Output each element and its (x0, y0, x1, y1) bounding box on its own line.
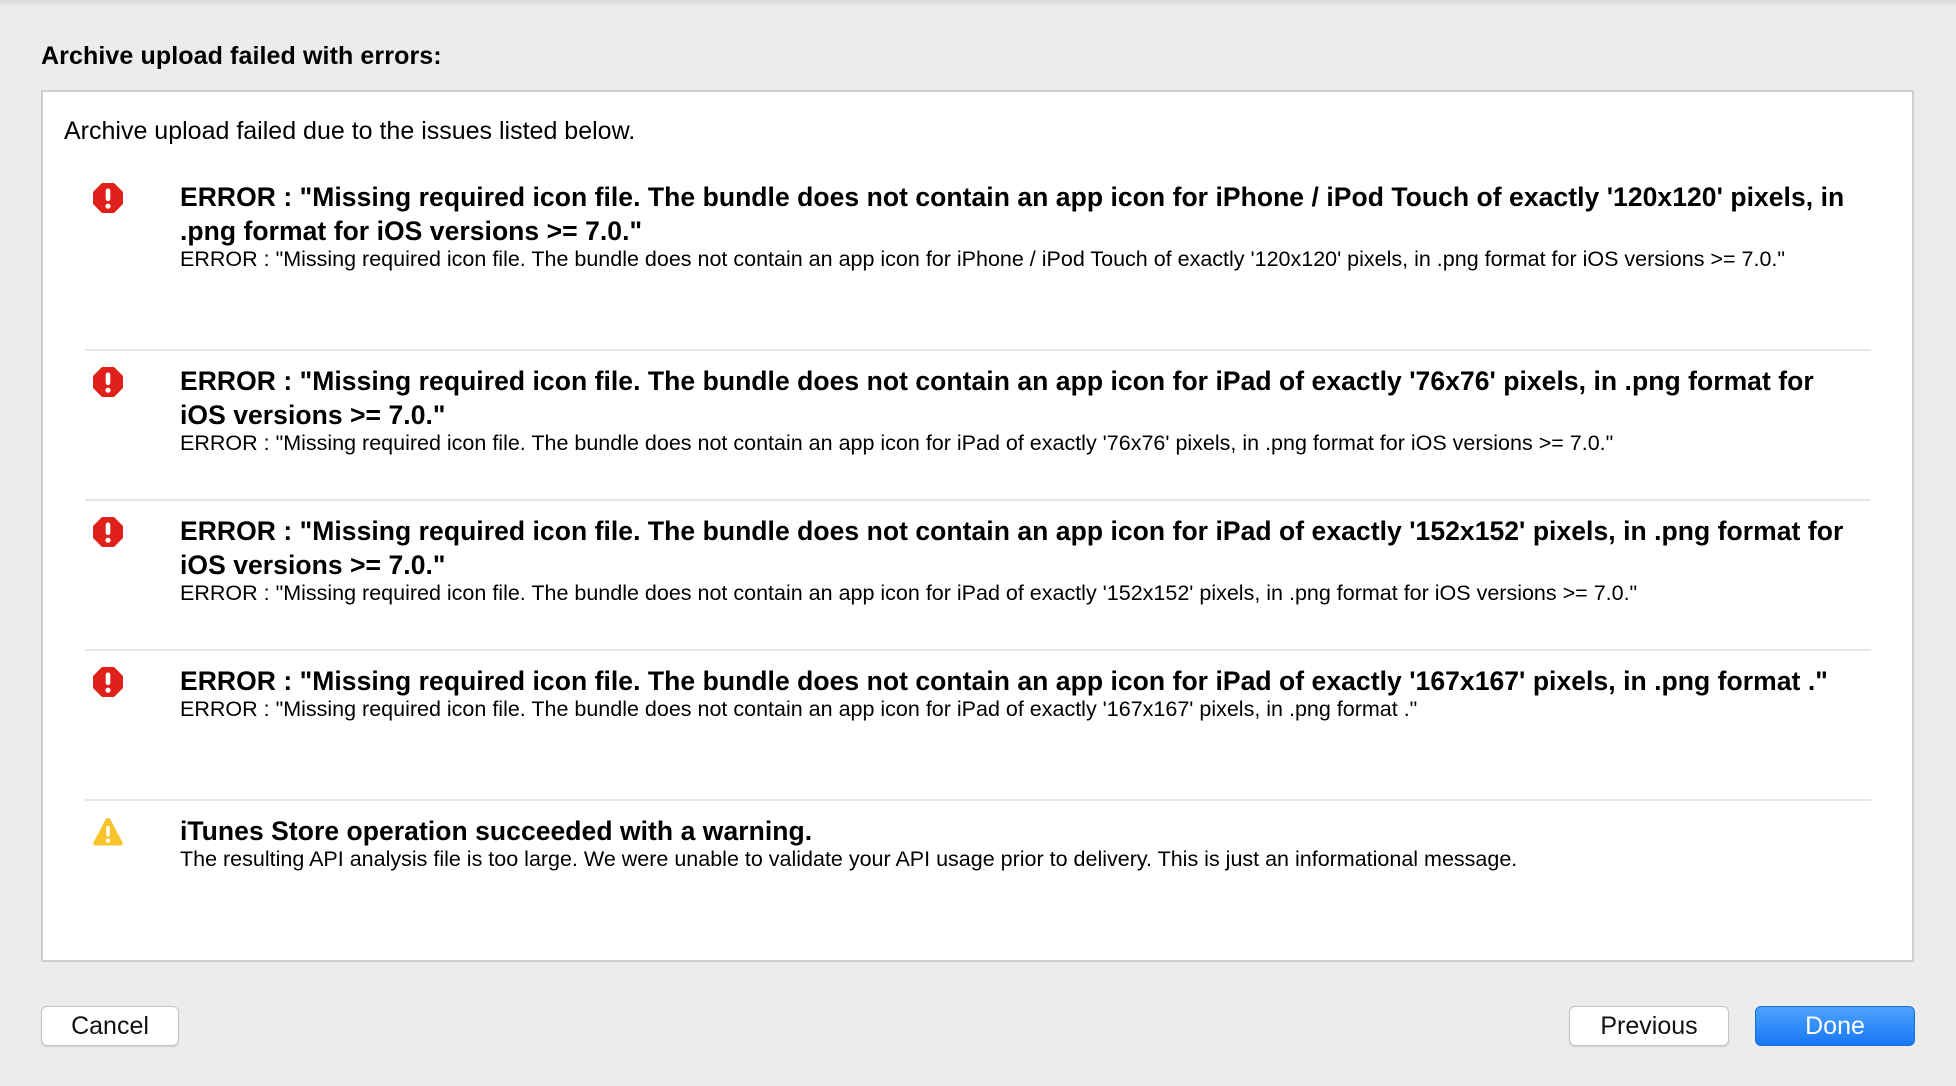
error-icon (93, 517, 123, 547)
divider (85, 499, 1871, 501)
issues-panel: Archive upload failed due to the issues … (41, 90, 1914, 962)
issue-detail: ERROR : "Missing required icon file. The… (180, 581, 1638, 605)
issue-headline: ERROR : "Missing required icon file. The… (180, 182, 1845, 246)
window-top-shade (0, 0, 1956, 6)
issue-detail: ERROR : "Missing required icon file. The… (180, 247, 1786, 271)
divider (85, 349, 1871, 351)
error-icon (93, 367, 123, 397)
dialog-title: Archive upload failed with errors: (41, 42, 442, 70)
issue-headline: iTunes Store operation succeeded with a … (180, 816, 813, 846)
divider (85, 649, 1871, 651)
error-icon (93, 667, 123, 697)
intro-message: Archive upload failed due to the issues … (64, 117, 636, 145)
previous-button[interactable]: Previous (1569, 1006, 1729, 1046)
done-button[interactable]: Done (1755, 1006, 1915, 1046)
warning-icon (93, 818, 123, 846)
issue-headline: ERROR : "Missing required icon file. The… (180, 366, 1814, 430)
issue-detail: ERROR : "Missing required icon file. The… (180, 697, 1418, 721)
issue-headline: ERROR : "Missing required icon file. The… (180, 666, 1828, 696)
issue-detail: The resulting API analysis file is too l… (180, 847, 1518, 871)
error-icon (93, 183, 123, 213)
cancel-button[interactable]: Cancel (41, 1006, 179, 1046)
issue-headline: ERROR : "Missing required icon file. The… (180, 516, 1844, 580)
divider (85, 799, 1871, 801)
issue-detail: ERROR : "Missing required icon file. The… (180, 431, 1614, 455)
